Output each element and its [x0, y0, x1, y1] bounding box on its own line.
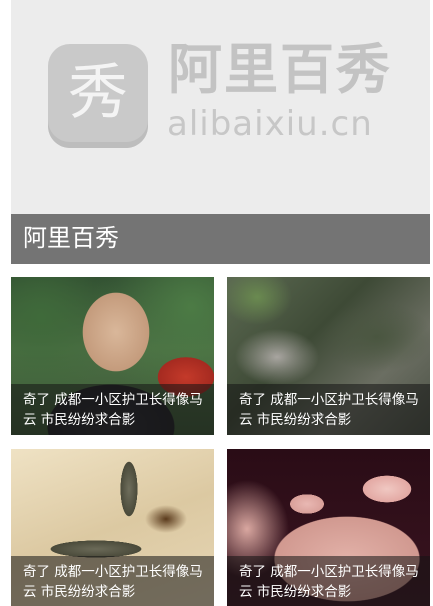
news-card-caption: 奇了 成都一小区护卫长得像马云 市民纷纷求合影: [11, 556, 214, 606]
logo-brand-domain: alibaixiu.cn: [167, 104, 373, 144]
news-card-title: 奇了 成都一小区护卫长得像马云 市民纷纷求合影: [23, 392, 203, 428]
news-card[interactable]: 奇了 成都一小区护卫长得像马云 市民纷纷求合影: [227, 449, 430, 606]
logo-emblem: 秀: [48, 44, 148, 148]
news-card-title: 奇了 成都一小区护卫长得像马云 市民纷纷求合影: [239, 564, 419, 600]
news-card-title: 奇了 成都一小区护卫长得像马云 市民纷纷求合影: [239, 392, 419, 428]
brand-logo: 秀 阿里百秀 alibaixiu.cn: [48, 38, 398, 154]
news-card-title: 奇了 成都一小区护卫长得像马云 市民纷纷求合影: [23, 564, 203, 600]
logo-brand-chinese: 阿里百秀: [168, 38, 392, 101]
news-card[interactable]: 奇了 成都一小区护卫长得像马云 市民纷纷求合影: [11, 449, 214, 606]
hero-caption-text: 阿里百秀: [23, 224, 119, 252]
news-card[interactable]: 奇了 成都一小区护卫长得像马云 市民纷纷求合影: [11, 277, 214, 435]
news-card-caption: 奇了 成都一小区护卫长得像马云 市民纷纷求合影: [11, 384, 214, 435]
hero-caption-bar: 阿里百秀: [11, 214, 430, 264]
news-card-caption: 奇了 成都一小区护卫长得像马云 市民纷纷求合影: [227, 556, 430, 606]
news-card[interactable]: 奇了 成都一小区护卫长得像马云 市民纷纷求合影: [227, 277, 430, 435]
hero-banner[interactable]: 秀 阿里百秀 alibaixiu.cn 阿里百秀: [11, 0, 430, 264]
page: 秀 阿里百秀 alibaixiu.cn 阿里百秀 奇了 成都一小区护卫长得像马云…: [0, 0, 433, 606]
logo-emblem-glyph: 秀: [68, 58, 128, 128]
news-card-caption: 奇了 成都一小区护卫长得像马云 市民纷纷求合影: [227, 384, 430, 435]
